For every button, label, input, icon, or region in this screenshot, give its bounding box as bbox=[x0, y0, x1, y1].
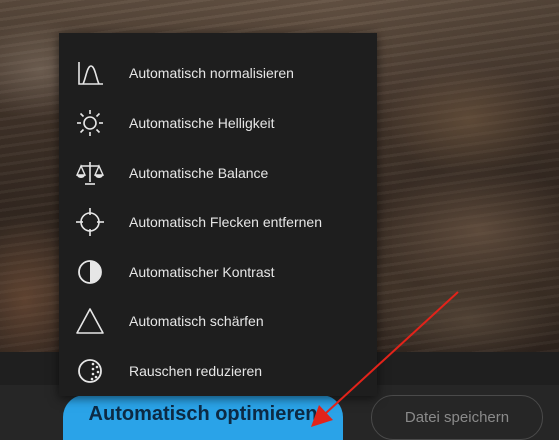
menu-item-label: Automatisch schärfen bbox=[129, 313, 264, 329]
menu-item-noise-reduction[interactable]: Rauschen reduzieren bbox=[59, 349, 377, 393]
menu-item-auto-balance[interactable]: Automatische Balance bbox=[59, 151, 377, 195]
noise-reduction-icon bbox=[75, 356, 105, 386]
menu-item-auto-sharpen[interactable]: Automatisch schärfen bbox=[59, 299, 377, 343]
brightness-icon bbox=[75, 108, 105, 138]
menu-item-label: Automatische Helligkeit bbox=[129, 115, 275, 131]
menu-item-auto-contrast[interactable]: Automatischer Kontrast bbox=[59, 250, 377, 294]
auto-optimize-label: Automatisch optimieren bbox=[88, 403, 318, 425]
save-file-button[interactable]: Datei speichern bbox=[371, 395, 543, 440]
menu-item-label: Automatische Balance bbox=[129, 165, 269, 181]
crosshair-icon bbox=[75, 207, 105, 237]
contrast-icon bbox=[75, 257, 105, 287]
menu-item-label: Rauschen reduzieren bbox=[129, 363, 263, 379]
sharpen-triangle-icon bbox=[75, 306, 105, 336]
save-file-label: Datei speichern bbox=[404, 409, 510, 426]
menu-item-auto-normalize[interactable]: Automatisch normalisieren bbox=[59, 51, 377, 95]
menu-item-label: Automatischer Kontrast bbox=[129, 264, 275, 280]
auto-optimize-button[interactable]: Automatisch optimieren bbox=[63, 395, 343, 440]
normalize-icon bbox=[75, 58, 105, 88]
menu-item-auto-brightness[interactable]: Automatische Helligkeit bbox=[59, 101, 377, 145]
balance-scale-icon bbox=[75, 158, 105, 188]
menu-item-label: Automatisch normalisieren bbox=[129, 65, 294, 81]
menu-item-label: Automatisch Flecken entfernen bbox=[129, 214, 322, 230]
optimize-dropdown-menu: Automatisch normalisieren Automatische H… bbox=[59, 33, 377, 396]
menu-item-auto-spot-removal[interactable]: Automatisch Flecken entfernen bbox=[59, 200, 377, 244]
